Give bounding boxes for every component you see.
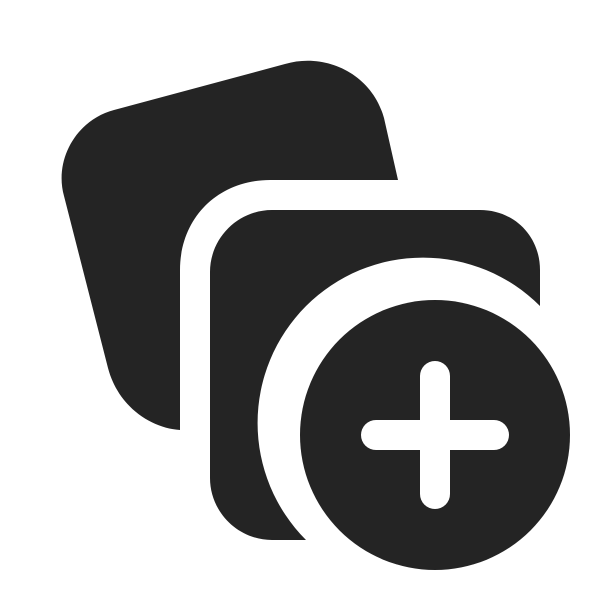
add-collection-icon: [61, 60, 570, 570]
icon-canvas: [0, 0, 600, 600]
